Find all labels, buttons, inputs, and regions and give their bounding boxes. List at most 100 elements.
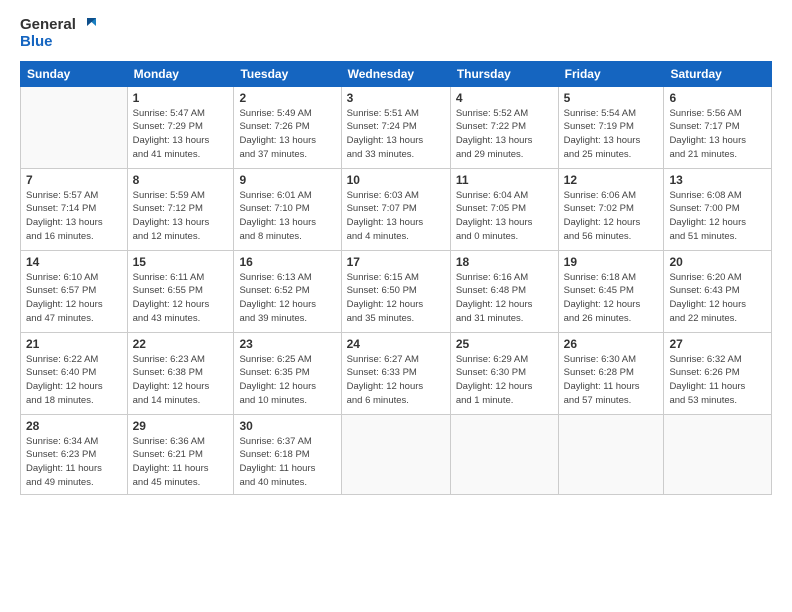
weekday-header-sunday: Sunday (21, 61, 128, 86)
day-number: 9 (239, 173, 335, 187)
calendar-cell: 10 Sunrise: 6:03 AMSunset: 7:07 PMDayligh… (341, 168, 450, 250)
day-info: Sunrise: 5:54 AMSunset: 7:19 PMDaylight:… (564, 107, 659, 162)
calendar-week-row-3: 14 Sunrise: 6:10 AMSunset: 6:57 PMDayligh… (21, 250, 772, 332)
calendar-cell: 8 Sunrise: 5:59 AMSunset: 7:12 PMDaylight… (127, 168, 234, 250)
day-info: Sunrise: 6:13 AMSunset: 6:52 PMDaylight:… (239, 271, 335, 326)
calendar-cell: 20 Sunrise: 6:20 AMSunset: 6:43 PMDayligh… (664, 250, 772, 332)
day-number: 16 (239, 255, 335, 269)
weekday-header-tuesday: Tuesday (234, 61, 341, 86)
day-info: Sunrise: 6:27 AMSunset: 6:33 PMDaylight:… (347, 353, 445, 408)
day-info: Sunrise: 5:47 AMSunset: 7:29 PMDaylight:… (133, 107, 229, 162)
calendar-week-row-4: 21Sunrise: 6:22 AMSunset: 6:40 PMDayligh… (21, 332, 772, 414)
day-info: Sunrise: 6:25 AMSunset: 6:35 PMDaylight:… (239, 353, 335, 408)
day-info: Sunrise: 6:20 AMSunset: 6:43 PMDaylight:… (669, 271, 766, 326)
calendar-cell (558, 414, 664, 494)
page-header: General Blue (20, 16, 772, 51)
day-number: 24 (347, 337, 445, 351)
calendar-week-row-5: 28 Sunrise: 6:34 AMSunset: 6:23 PMDayligh… (21, 414, 772, 494)
calendar-cell: 13Sunrise: 6:08 AMSunset: 7:00 PMDayligh… (664, 168, 772, 250)
day-info: Sunrise: 5:52 AMSunset: 7:22 PMDaylight:… (456, 107, 553, 162)
calendar-cell: 19 Sunrise: 6:18 AMSunset: 6:45 PMDayligh… (558, 250, 664, 332)
day-info: Sunrise: 6:04 AMSunset: 7:05 PMDaylight:… (456, 189, 553, 244)
calendar-cell: 7Sunrise: 5:57 AMSunset: 7:14 PMDaylight… (21, 168, 128, 250)
day-number: 10 (347, 173, 445, 187)
calendar-cell: 15 Sunrise: 6:11 AMSunset: 6:55 PMDayligh… (127, 250, 234, 332)
day-number: 30 (239, 419, 335, 433)
calendar-cell: 4 Sunrise: 5:52 AMSunset: 7:22 PMDaylight… (450, 86, 558, 168)
day-info: Sunrise: 6:15 AMSunset: 6:50 PMDaylight:… (347, 271, 445, 326)
day-number: 29 (133, 419, 229, 433)
calendar-cell: 21Sunrise: 6:22 AMSunset: 6:40 PMDayligh… (21, 332, 128, 414)
calendar-cell: 30 Sunrise: 6:37 AMSunset: 6:18 PMDayligh… (234, 414, 341, 494)
day-number: 21 (26, 337, 122, 351)
calendar-cell (21, 86, 128, 168)
day-number: 14 (26, 255, 122, 269)
calendar-cell: 11 Sunrise: 6:04 AMSunset: 7:05 PMDayligh… (450, 168, 558, 250)
day-number: 15 (133, 255, 229, 269)
calendar-cell: 24 Sunrise: 6:27 AMSunset: 6:33 PMDayligh… (341, 332, 450, 414)
calendar-cell: 16 Sunrise: 6:13 AMSunset: 6:52 PMDayligh… (234, 250, 341, 332)
day-number: 26 (564, 337, 659, 351)
day-number: 27 (669, 337, 766, 351)
day-number: 6 (669, 91, 766, 105)
calendar-week-row-2: 7Sunrise: 5:57 AMSunset: 7:14 PMDaylight… (21, 168, 772, 250)
day-number: 8 (133, 173, 229, 187)
day-info: Sunrise: 6:37 AMSunset: 6:18 PMDaylight:… (239, 435, 335, 490)
day-info: Sunrise: 5:56 AMSunset: 7:17 PMDaylight:… (669, 107, 766, 162)
day-number: 11 (456, 173, 553, 187)
day-info: Sunrise: 6:18 AMSunset: 6:45 PMDaylight:… (564, 271, 659, 326)
day-info: Sunrise: 6:36 AMSunset: 6:21 PMDaylight:… (133, 435, 229, 490)
day-info: Sunrise: 5:59 AMSunset: 7:12 PMDaylight:… (133, 189, 229, 244)
logo-text: General Blue (20, 16, 96, 51)
calendar-cell: 12 Sunrise: 6:06 AMSunset: 7:02 PMDayligh… (558, 168, 664, 250)
day-number: 25 (456, 337, 553, 351)
day-number: 23 (239, 337, 335, 351)
calendar-cell: 25 Sunrise: 6:29 AMSunset: 6:30 PMDayligh… (450, 332, 558, 414)
day-info: Sunrise: 6:11 AMSunset: 6:55 PMDaylight:… (133, 271, 229, 326)
day-number: 28 (26, 419, 122, 433)
day-info: Sunrise: 6:03 AMSunset: 7:07 PMDaylight:… (347, 189, 445, 244)
calendar-cell (450, 414, 558, 494)
calendar-cell: 26 Sunrise: 6:30 AMSunset: 6:28 PMDayligh… (558, 332, 664, 414)
day-info: Sunrise: 6:01 AMSunset: 7:10 PMDaylight:… (239, 189, 335, 244)
day-info: Sunrise: 6:10 AMSunset: 6:57 PMDaylight:… (26, 271, 122, 326)
day-info: Sunrise: 6:23 AMSunset: 6:38 PMDaylight:… (133, 353, 229, 408)
day-number: 20 (669, 255, 766, 269)
calendar-cell: 23 Sunrise: 6:25 AMSunset: 6:35 PMDayligh… (234, 332, 341, 414)
calendar-cell (341, 414, 450, 494)
day-number: 12 (564, 173, 659, 187)
calendar-cell (664, 414, 772, 494)
day-info: Sunrise: 6:08 AMSunset: 7:00 PMDaylight:… (669, 189, 766, 244)
weekday-header-saturday: Saturday (664, 61, 772, 86)
day-number: 18 (456, 255, 553, 269)
day-info: Sunrise: 6:34 AMSunset: 6:23 PMDaylight:… (26, 435, 122, 490)
weekday-header-monday: Monday (127, 61, 234, 86)
calendar-cell: 2 Sunrise: 5:49 AMSunset: 7:26 PMDaylight… (234, 86, 341, 168)
day-number: 5 (564, 91, 659, 105)
day-number: 4 (456, 91, 553, 105)
logo: General Blue (20, 16, 96, 51)
calendar-week-row-1: 1Sunrise: 5:47 AMSunset: 7:29 PMDaylight… (21, 86, 772, 168)
logo-bird-icon (78, 16, 96, 34)
calendar-cell: 5 Sunrise: 5:54 AMSunset: 7:19 PMDaylight… (558, 86, 664, 168)
calendar-cell: 28 Sunrise: 6:34 AMSunset: 6:23 PMDayligh… (21, 414, 128, 494)
day-info: Sunrise: 5:49 AMSunset: 7:26 PMDaylight:… (239, 107, 335, 162)
day-info: Sunrise: 6:29 AMSunset: 6:30 PMDaylight:… (456, 353, 553, 408)
day-info: Sunrise: 5:51 AMSunset: 7:24 PMDaylight:… (347, 107, 445, 162)
day-number: 2 (239, 91, 335, 105)
calendar-cell: 6 Sunrise: 5:56 AMSunset: 7:17 PMDaylight… (664, 86, 772, 168)
calendar-cell: 29 Sunrise: 6:36 AMSunset: 6:21 PMDayligh… (127, 414, 234, 494)
weekday-header-wednesday: Wednesday (341, 61, 450, 86)
day-info: Sunrise: 6:30 AMSunset: 6:28 PMDaylight:… (564, 353, 659, 408)
day-number: 17 (347, 255, 445, 269)
calendar-cell: 1Sunrise: 5:47 AMSunset: 7:29 PMDaylight… (127, 86, 234, 168)
day-info: Sunrise: 6:32 AMSunset: 6:26 PMDaylight:… (669, 353, 766, 408)
calendar-table: SundayMondayTuesdayWednesdayThursdayFrid… (20, 61, 772, 495)
logo-general: General (20, 17, 76, 34)
calendar-cell: 18Sunrise: 6:16 AMSunset: 6:48 PMDayligh… (450, 250, 558, 332)
day-number: 19 (564, 255, 659, 269)
day-info: Sunrise: 6:06 AMSunset: 7:02 PMDaylight:… (564, 189, 659, 244)
calendar-cell: 3Sunrise: 5:51 AMSunset: 7:24 PMDaylight… (341, 86, 450, 168)
day-info: Sunrise: 5:57 AMSunset: 7:14 PMDaylight:… (26, 189, 122, 244)
calendar-cell: 9 Sunrise: 6:01 AMSunset: 7:10 PMDaylight… (234, 168, 341, 250)
